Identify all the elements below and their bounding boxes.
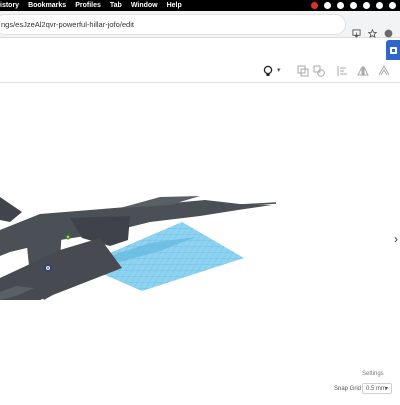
app-grid-button[interactable] [386, 40, 400, 62]
menu-bookmarks[interactable]: Bookmarks [28, 2, 66, 9]
settings-link[interactable]: Settings [362, 371, 384, 377]
record-status-icon[interactable] [311, 2, 318, 9]
profile-icon[interactable] [384, 29, 393, 38]
control-center-icon[interactable] [389, 2, 396, 9]
aircraft-vertical-tail[interactable] [0, 197, 22, 222]
snap-grid-label: Snap Grid [334, 386, 362, 392]
menu-bar: istory Bookmarks Profiles Tab Window Hel… [0, 0, 400, 11]
scene-svg [0, 196, 277, 300]
menu-help[interactable]: Help [167, 2, 182, 9]
lightbulb-dropdown-chevron[interactable]: ▾ [277, 66, 281, 74]
browser-toolbar: ngs/esJzeAl2qvr-powerful-hillar-jofo/edi… [0, 11, 400, 38]
location-status-icon[interactable] [337, 2, 344, 9]
right-panel-toggle[interactable]: › [394, 232, 398, 246]
menu-history[interactable]: istory [0, 2, 19, 9]
menu-window[interactable]: Window [131, 2, 158, 9]
wifi-status-icon[interactable] [376, 2, 383, 9]
cruise-icon[interactable] [378, 65, 390, 77]
menu-tab[interactable]: Tab [110, 2, 122, 9]
snap-grid-select[interactable]: 0.5 mm ▾ [362, 383, 392, 394]
snap-grid-value: 0.5 mm [366, 386, 387, 392]
group-icon[interactable] [297, 65, 309, 77]
align-icon[interactable] [336, 65, 348, 77]
play-status-icon[interactable] [350, 2, 357, 9]
grid-icon [390, 47, 397, 54]
lightbulb-icon[interactable] [262, 65, 274, 77]
url-text: ngs/esJzeAl2qvr-powerful-hillar-jofo/edi… [1, 20, 134, 29]
roundel-fin-center [66, 235, 70, 239]
workplane-canvas[interactable] [0, 84, 400, 400]
ungroup-icon[interactable] [313, 65, 325, 77]
roundel-wing-center [47, 267, 49, 269]
mirror-icon[interactable] [357, 65, 369, 77]
battery-status-icon[interactable] [363, 2, 370, 9]
bookmark-star-icon[interactable] [368, 29, 377, 38]
menu-profiles[interactable]: Profiles [75, 2, 101, 9]
address-bar[interactable]: ngs/esJzeAl2qvr-powerful-hillar-jofo/edi… [0, 14, 346, 35]
address-bar-icons [352, 29, 393, 38]
aircraft-nose-probe [239, 202, 277, 206]
snap-grid-chevron-icon: ▾ [384, 386, 388, 392]
status-icons [311, 0, 396, 11]
grammarly-status-icon[interactable] [324, 2, 331, 9]
editor-toolbar: ‹ ▾ [0, 60, 400, 135]
install-app-icon[interactable] [352, 29, 361, 38]
